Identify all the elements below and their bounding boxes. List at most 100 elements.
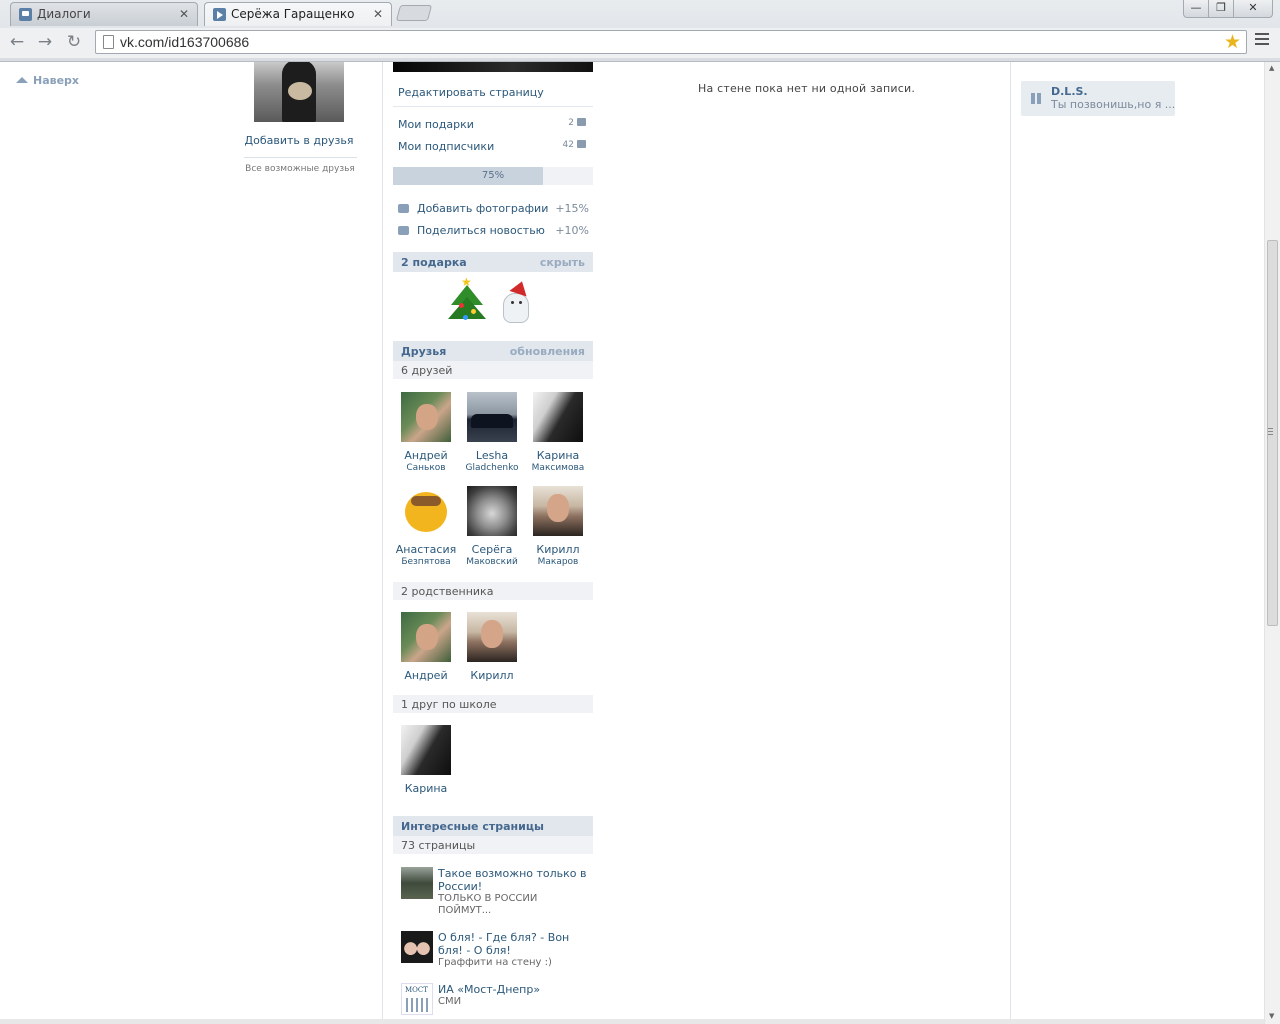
pages-count-label[interactable]: 73 страницы — [401, 839, 475, 852]
scroll-up-arrow-icon[interactable]: ▲ — [1269, 64, 1274, 72]
forward-arrow-icon[interactable]: → — [34, 32, 56, 54]
relative-card[interactable]: Кирилл — [459, 612, 525, 682]
school-friends-label[interactable]: 1 друг по школе — [401, 698, 497, 711]
back-arrow-icon[interactable]: ← — [6, 32, 28, 54]
task-label: Добавить фотографии — [417, 202, 549, 215]
gifts-section-header: 2 подарка скрыть — [393, 252, 593, 272]
page-title-link[interactable]: ИА «Мост-Днепр» — [438, 983, 588, 996]
avatar[interactable] — [401, 612, 451, 662]
page-title-block: ИА «Мост-Днепр» СМИ — [438, 983, 588, 1008]
friend-card[interactable]: Андрей Саньков — [393, 392, 459, 475]
maximize-button[interactable]: ❐ — [1208, 0, 1234, 18]
page-title-block: О бля! - Где бля? - Вон бля! - О бля! Гр… — [438, 931, 588, 969]
page-title-link[interactable]: О бля! - Где бля? - Вон бля! - О бля! — [438, 931, 588, 957]
minimize-button[interactable]: — — [1183, 0, 1209, 18]
friend-card[interactable]: Карина Максимова — [525, 392, 591, 475]
avatar[interactable] — [467, 392, 517, 442]
task-bonus: +15% — [555, 202, 589, 215]
dog-eye — [511, 301, 514, 304]
relatives-label[interactable]: 2 родственника — [401, 585, 493, 598]
my-followers-link[interactable]: Мои подписчики 42 — [398, 140, 588, 153]
friends-section-header: Друзья обновления — [393, 341, 593, 361]
photo-flowers — [288, 82, 312, 100]
avatar[interactable] — [467, 612, 517, 662]
pages-section-header: Интересные страницы — [393, 816, 593, 836]
pages-section-title[interactable]: Интересные страницы — [401, 820, 544, 833]
page-description: СМИ — [438, 996, 462, 1007]
profile-completeness-bar: 75% — [393, 167, 593, 185]
url-text: vk.com/id163700686 — [120, 34, 250, 50]
relative-card[interactable]: Андрей — [393, 612, 459, 682]
audio-title[interactable]: Ты позвонишь,но я ... — [1051, 98, 1175, 111]
page-thumbnail[interactable] — [401, 983, 433, 1015]
friends-section-title[interactable]: Друзья — [401, 345, 446, 358]
pause-icon[interactable] — [1031, 93, 1041, 104]
friends-updates-link[interactable]: обновления — [510, 345, 585, 358]
tab-dialogs[interactable]: Диалоги ✕ — [10, 2, 198, 26]
gift-santa-dog[interactable] — [495, 278, 539, 327]
new-tab-button[interactable] — [395, 5, 433, 21]
menu-icon[interactable] — [1255, 33, 1269, 47]
wall-empty-message: На стене пока нет ни одной записи. — [698, 82, 916, 95]
main-border-left — [382, 62, 383, 1024]
avatar-bottom-edge — [393, 62, 593, 72]
profile-photo[interactable] — [254, 62, 344, 122]
address-bar[interactable]: vk.com/id163700686 ★ — [95, 30, 1247, 54]
hide-gifts-link[interactable]: скрыть — [540, 256, 585, 269]
page-scrollbar[interactable]: ▲ ▼ — [1264, 62, 1280, 1024]
progress-label: 75% — [481, 170, 505, 181]
avatar[interactable] — [401, 486, 451, 536]
audio-player[interactable]: D.L.S. Ты позвонишь,но я ... — [1021, 81, 1175, 116]
audio-artist[interactable]: D.L.S. — [1051, 85, 1088, 98]
page-icon — [103, 35, 114, 49]
friend-card[interactable]: Lesha Gladchenko — [459, 392, 525, 475]
friend-card[interactable]: Анастасия Безпятова — [393, 486, 459, 569]
close-icon[interactable]: ✕ — [179, 3, 189, 26]
friend-card[interactable]: Кирилл Макаров — [525, 486, 591, 569]
avatar[interactable] — [533, 486, 583, 536]
page-description: ТОЛЬКО В РОССИИ ПОЙМУТ... — [438, 893, 538, 916]
friends-count-header: 6 друзей — [393, 361, 593, 379]
page-thumbnail[interactable] — [401, 931, 433, 963]
reload-icon[interactable]: ↻ — [63, 32, 85, 54]
to-top-label: Наверх — [33, 74, 80, 87]
add-friend-link[interactable]: Добавить в друзья — [240, 134, 358, 147]
avatar[interactable] — [533, 392, 583, 442]
possible-friends-link[interactable]: Все возможные друзья — [240, 164, 360, 174]
followers-count: 42 — [563, 140, 586, 150]
arrow-up-icon — [16, 77, 28, 83]
relatives-header: 2 родственника — [393, 582, 593, 600]
edit-page-link[interactable]: Редактировать страницу — [398, 86, 544, 99]
gifts-count-value: 2 — [568, 118, 574, 128]
my-gifts-link[interactable]: Мои подарки 2 — [398, 118, 588, 131]
friend-last-name: Макаров — [537, 557, 579, 567]
task-label: Поделиться новостью — [417, 224, 545, 237]
page-title-link[interactable]: Такое возможно только в России! — [438, 867, 588, 893]
close-window-button[interactable]: ✕ — [1233, 0, 1273, 18]
friend-first-name: Карина — [536, 449, 580, 462]
page-thumbnail[interactable] — [401, 867, 433, 899]
gift-christmas-tree[interactable]: ★ — [445, 275, 489, 327]
page-description: Граффити на стену :) — [438, 957, 552, 968]
task-bonus: +10% — [555, 224, 589, 237]
friend-first-name: Андрей — [404, 449, 448, 462]
avatar[interactable] — [401, 725, 451, 775]
friends-count-label[interactable]: 6 друзей — [401, 364, 452, 377]
school-friend-name: Карина — [404, 782, 448, 795]
avatar[interactable] — [467, 486, 517, 536]
scroll-down-arrow-icon[interactable]: ▼ — [1269, 1012, 1274, 1020]
avatar[interactable] — [401, 392, 451, 442]
close-icon[interactable]: ✕ — [373, 3, 383, 26]
browser-chrome: Диалоги ✕ Серёжа Гаращенко ✕ — ❐ ✕ ← → ↻… — [0, 0, 1280, 62]
bookmark-star-icon[interactable]: ★ — [1224, 31, 1241, 53]
tab-profile[interactable]: Серёжа Гаращенко ✕ — [204, 2, 392, 26]
followers-count-value: 42 — [562, 140, 574, 150]
dog-eye — [519, 301, 522, 304]
gifts-section-title[interactable]: 2 подарка — [401, 256, 467, 269]
speech-bubble-icon — [398, 226, 409, 235]
divider — [244, 157, 357, 158]
scroll-to-top-link[interactable]: Наверх — [16, 74, 79, 87]
friend-first-name: Анастасия — [395, 543, 457, 556]
school-friend-card[interactable]: Карина — [393, 725, 459, 795]
friend-card[interactable]: Серёга Маковский — [459, 486, 525, 569]
